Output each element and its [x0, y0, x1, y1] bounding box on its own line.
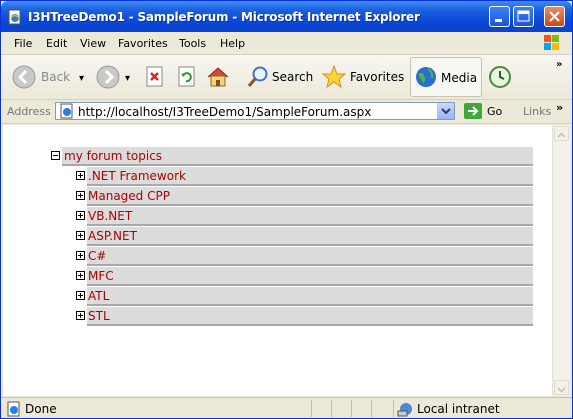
go-label: Go [487, 105, 503, 118]
tree-node-row[interactable]: .NET Framework [87, 167, 533, 186]
close-button[interactable] [544, 6, 565, 27]
expand-icon[interactable] [76, 271, 85, 280]
browser-window: I3HTreeDemo1 - SampleForum - Microsoft I… [0, 0, 573, 419]
expand-icon[interactable] [76, 291, 85, 300]
tree-node-row[interactable]: VB.NET [87, 207, 533, 226]
ie-page-icon [7, 9, 23, 25]
expand-icon[interactable] [76, 311, 85, 320]
tree-node-label[interactable]: .NET Framework [88, 169, 186, 183]
tree-node-row[interactable]: ASP.NET [87, 227, 533, 246]
status-divider [393, 400, 394, 417]
tree-node-label[interactable]: C# [88, 249, 106, 263]
links-overflow-icon[interactable]: » [556, 101, 563, 114]
tree-node-label[interactable]: ASP.NET [88, 229, 137, 243]
menu-file[interactable]: File [14, 37, 32, 50]
star-icon [322, 65, 346, 89]
back-arrow-icon [12, 65, 36, 89]
status-divider [371, 400, 372, 417]
address-label: Address [7, 105, 51, 118]
done-page-icon [7, 401, 20, 417]
go-arrow-icon [464, 103, 482, 119]
tree-node-label[interactable]: VB.NET [88, 209, 132, 223]
menu-view[interactable]: View [80, 37, 106, 50]
media-button[interactable]: Media [410, 57, 482, 97]
security-zone-label: Local intranet [417, 402, 500, 416]
expand-icon[interactable] [76, 191, 85, 200]
expand-icon[interactable] [76, 231, 85, 240]
tree-node-label[interactable]: ATL [88, 289, 109, 303]
search-label: Search [272, 70, 314, 84]
links-toolbar[interactable]: Links [523, 105, 551, 118]
stop-icon[interactable] [144, 66, 166, 88]
minimize-icon [495, 19, 502, 22]
expand-icon[interactable] [76, 171, 85, 180]
tree-root-label[interactable]: my forum topics [64, 149, 162, 163]
back-label: Back [41, 70, 71, 84]
menu-favorites[interactable]: Favorites [118, 37, 168, 50]
address-url: http://localhost/I3TreeDemo1/SampleForum… [78, 105, 372, 119]
tree-node-row[interactable]: ATL [87, 287, 533, 306]
favorites-label: Favorites [350, 70, 405, 84]
search-button[interactable]: Search [246, 55, 314, 99]
tree-node-row[interactable]: STL [87, 307, 533, 326]
search-icon [247, 66, 268, 87]
expand-icon[interactable] [76, 251, 85, 260]
address-bar: Address http://localhost/I3TreeDemo1/Sam… [1, 100, 572, 124]
windows-logo-icon [538, 34, 564, 52]
scroll-down-button[interactable] [554, 380, 569, 395]
refresh-icon[interactable] [176, 66, 198, 88]
minimize-button[interactable] [489, 6, 510, 27]
tree-node-row[interactable]: Managed CPP [87, 187, 533, 206]
toolbar-overflow-icon[interactable]: » [556, 59, 562, 70]
vertical-scrollbar[interactable] [552, 125, 570, 396]
address-dropdown-button[interactable] [437, 103, 454, 119]
back-button[interactable]: Back [11, 55, 73, 99]
menu-tools[interactable]: Tools [179, 37, 206, 50]
intranet-zone-icon [397, 403, 412, 417]
scroll-up-button[interactable] [554, 126, 569, 141]
tree-node-row[interactable]: MFC [87, 267, 533, 286]
tree-node-row[interactable]: C# [87, 247, 533, 266]
title-bar[interactable]: I3HTreeDemo1 - SampleForum - Microsoft I… [1, 1, 572, 32]
status-divider [311, 400, 312, 417]
window-title: I3HTreeDemo1 - SampleForum - Microsoft I… [28, 10, 420, 24]
tree-node-label[interactable]: Managed CPP [88, 189, 170, 203]
address-input[interactable]: http://localhost/I3TreeDemo1/SampleForum… [55, 102, 455, 120]
back-dropdown-icon[interactable]: ▾ [79, 73, 84, 84]
forward-dropdown-icon[interactable]: ▾ [125, 73, 130, 84]
status-divider [351, 400, 352, 417]
home-icon[interactable] [206, 65, 230, 89]
status-bar: Done Local intranet [1, 397, 572, 418]
go-button[interactable]: Go [463, 102, 502, 120]
page-icon [60, 103, 73, 119]
toolbar: Back ▾ ▾ Search Favorites Media » [1, 55, 572, 100]
media-globe-icon [416, 67, 436, 87]
status-text: Done [25, 402, 57, 416]
tree-root-row[interactable]: my forum topics [62, 147, 533, 166]
maximize-button[interactable] [513, 6, 534, 27]
menu-bar: File Edit View Favorites Tools Help [1, 32, 572, 55]
menu-help[interactable]: Help [220, 37, 245, 50]
collapse-icon[interactable] [51, 151, 60, 160]
tree-node-label[interactable]: STL [88, 309, 110, 323]
expand-icon[interactable] [76, 211, 85, 220]
close-icon [549, 11, 560, 22]
status-divider [331, 400, 332, 417]
menu-edit[interactable]: Edit [46, 37, 67, 50]
forward-arrow-icon[interactable] [95, 64, 121, 90]
scroll-up-icon [557, 132, 566, 138]
history-icon[interactable] [488, 65, 512, 89]
tree-node-label[interactable]: MFC [88, 269, 114, 283]
scroll-down-icon [557, 387, 566, 393]
media-label: Media [441, 71, 478, 85]
maximize-icon [517, 10, 530, 22]
favorites-button[interactable]: Favorites [322, 55, 406, 99]
chevron-down-icon [441, 108, 451, 115]
page-content: my forum topics .NET Framework Managed CP… [3, 125, 552, 396]
